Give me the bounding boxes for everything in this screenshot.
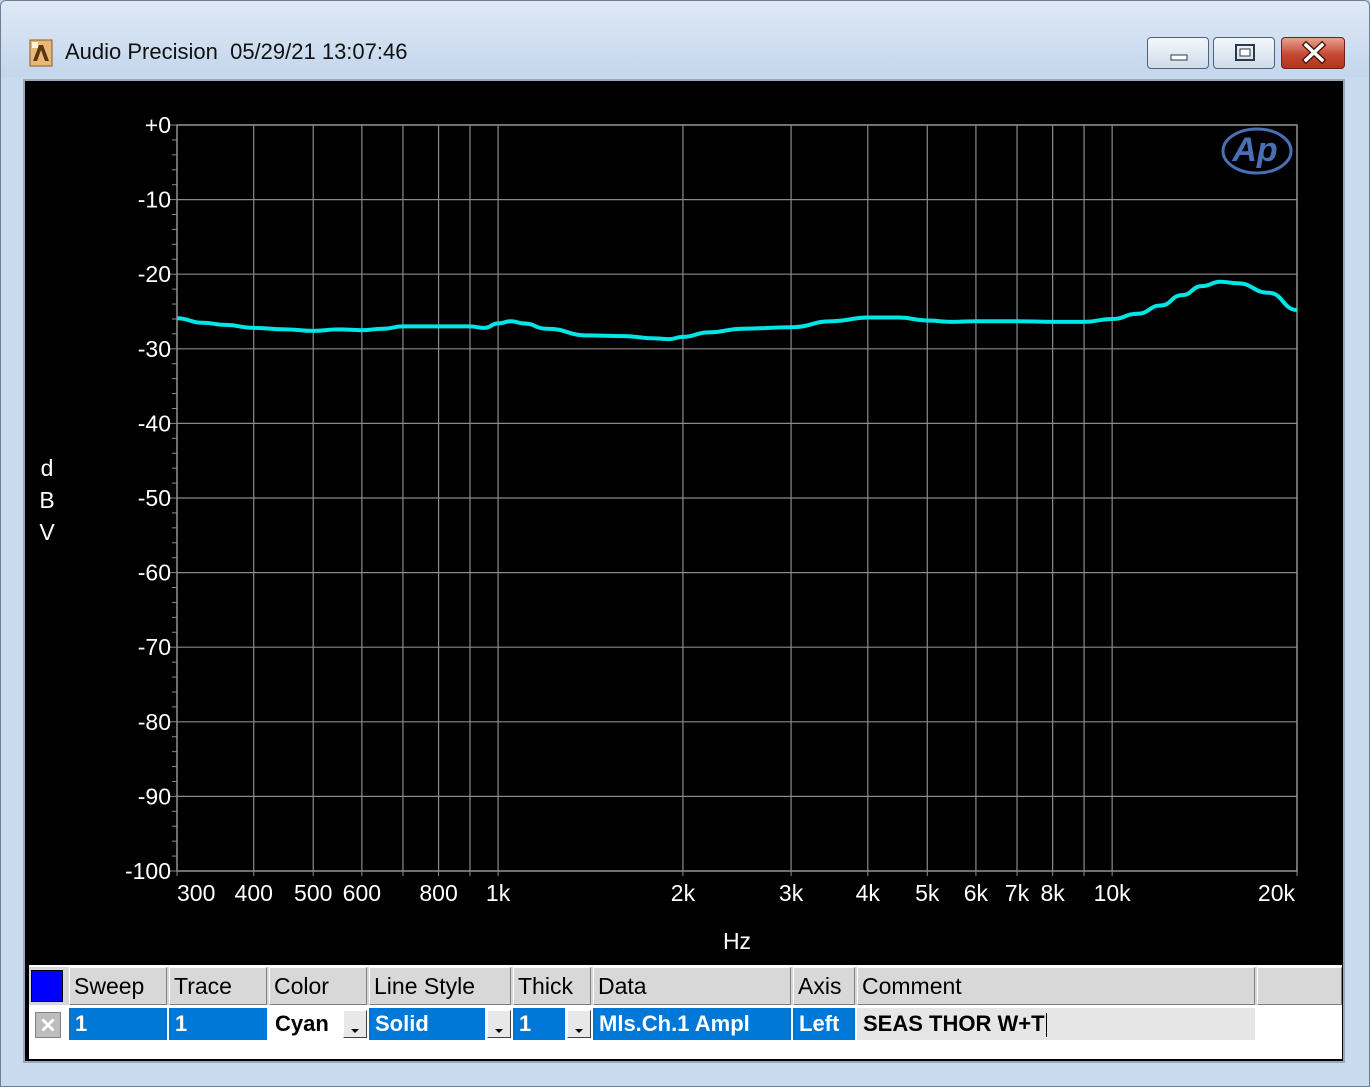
trace-value[interactable]: 1 xyxy=(169,1008,267,1040)
graph-area: +0 -10 -20 -30 -40 -50 -60 -70 -80 -90 -100 300 400 5… xyxy=(23,79,1345,1063)
trace-line-1 xyxy=(176,279,1298,342)
trace-legend: Sweep Trace Color Line Style Thick Data … xyxy=(29,965,1342,1059)
audio-precision-app-icon xyxy=(29,39,53,67)
axis-value[interactable]: Left xyxy=(793,1008,855,1040)
thick-dropdown-button[interactable] xyxy=(567,1010,591,1038)
chevron-down-icon xyxy=(495,1029,503,1033)
minimize-icon xyxy=(1170,54,1188,61)
comment-value: SEAS THOR W+T xyxy=(863,1011,1045,1036)
app-window: Audio Precision 05/29/21 13:07:46 +0 -10 -… xyxy=(0,0,1370,1087)
header-color[interactable]: Color xyxy=(269,967,367,1005)
header-axis[interactable]: Axis xyxy=(793,967,855,1005)
y-axis-label-letter: V xyxy=(39,519,55,545)
legend-row[interactable]: 1 1 Cyan Solid 1 Mls.Ch.1 Ampl Left SEAS… xyxy=(29,1007,1342,1041)
y-tick-label: -100 xyxy=(125,858,171,884)
line-style-select[interactable]: Solid xyxy=(369,1008,485,1040)
x-tick-label: 8k xyxy=(1040,880,1065,906)
y-tick-label: -10 xyxy=(138,187,171,213)
header-thick[interactable]: Thick xyxy=(513,967,591,1005)
x-tick-label: 20k xyxy=(1258,880,1296,906)
y-axis-label-letter: d xyxy=(41,455,54,481)
y-tick-label: -60 xyxy=(138,560,171,586)
y-axis-label-letter: B xyxy=(39,487,54,513)
x-tick-label: 400 xyxy=(235,880,273,906)
ap-logo-text: Ap xyxy=(1231,131,1277,169)
checkbox-x-icon[interactable] xyxy=(35,1012,61,1038)
x-tick-label: 800 xyxy=(419,880,457,906)
x-tick-label: 1k xyxy=(486,880,511,906)
x-tick-label: 6k xyxy=(964,880,989,906)
comment-field[interactable]: SEAS THOR W+T xyxy=(857,1008,1255,1040)
data-value[interactable]: Mls.Ch.1 Ampl xyxy=(593,1008,791,1040)
y-tick-label: -40 xyxy=(138,410,171,436)
y-tick-label: -50 xyxy=(138,485,171,511)
chevron-down-icon xyxy=(351,1029,359,1033)
title-bar[interactable]: Audio Precision 05/29/21 13:07:46 xyxy=(1,1,1369,77)
thick-value: 1 xyxy=(519,1011,532,1036)
x-tick-label: 7k xyxy=(1005,880,1030,906)
y-tick-label: -20 xyxy=(138,261,171,287)
x-tick-label: 2k xyxy=(671,880,696,906)
y-tick-label: -80 xyxy=(138,709,171,735)
color-dropdown-button[interactable] xyxy=(343,1010,367,1038)
frequency-response-chart[interactable]: +0 -10 -20 -30 -40 -50 -60 -70 -80 -90 -100300 400 5… xyxy=(25,81,1343,1061)
thick-select[interactable]: 1 xyxy=(513,1008,565,1040)
y-tick-label: +0 xyxy=(145,112,171,138)
close-button[interactable] xyxy=(1281,37,1345,69)
legend-header: Sweep Trace Color Line Style Thick Data … xyxy=(29,967,1342,1005)
header-data[interactable]: Data xyxy=(593,967,791,1005)
x-tick-label: 5k xyxy=(915,880,940,906)
x-tick-label: 500 xyxy=(294,880,332,906)
chevron-down-icon xyxy=(575,1029,583,1033)
selected-color-swatch[interactable] xyxy=(31,970,63,1002)
sweep-value[interactable]: 1 xyxy=(69,1008,167,1040)
y-axis-label: dBV xyxy=(39,455,55,545)
line-style-dropdown-button[interactable] xyxy=(487,1010,511,1038)
header-trace[interactable]: Trace xyxy=(169,967,267,1005)
minimize-button[interactable] xyxy=(1147,37,1209,69)
x-tick-label: 3k xyxy=(779,880,804,906)
header-filler xyxy=(1257,967,1342,1005)
x-tick-label: 600 xyxy=(343,880,381,906)
enable-cell[interactable] xyxy=(29,1008,69,1040)
x-tick-label: 300 xyxy=(177,880,215,906)
maximize-button[interactable] xyxy=(1213,37,1275,69)
header-comment[interactable]: Comment xyxy=(857,967,1255,1005)
color-value: Cyan xyxy=(275,1011,329,1036)
y-tick-label: -90 xyxy=(138,783,171,809)
y-tick-label: -30 xyxy=(138,336,171,362)
header-line-style[interactable]: Line Style xyxy=(369,967,511,1005)
ap-logo-icon: Ap xyxy=(1221,127,1293,175)
line-style-value: Solid xyxy=(375,1011,429,1036)
maximize-icon xyxy=(1235,44,1255,61)
text-caret xyxy=(1045,1013,1047,1038)
x-tick-label: 10k xyxy=(1094,880,1132,906)
close-icon xyxy=(1301,40,1327,65)
y-tick-label: -70 xyxy=(138,634,171,660)
x-axis-label: Hz xyxy=(723,928,751,954)
window-title: Audio Precision 05/29/21 13:07:46 xyxy=(65,39,408,64)
x-tick-label: 4k xyxy=(856,880,881,906)
header-sweep[interactable]: Sweep xyxy=(69,967,167,1005)
